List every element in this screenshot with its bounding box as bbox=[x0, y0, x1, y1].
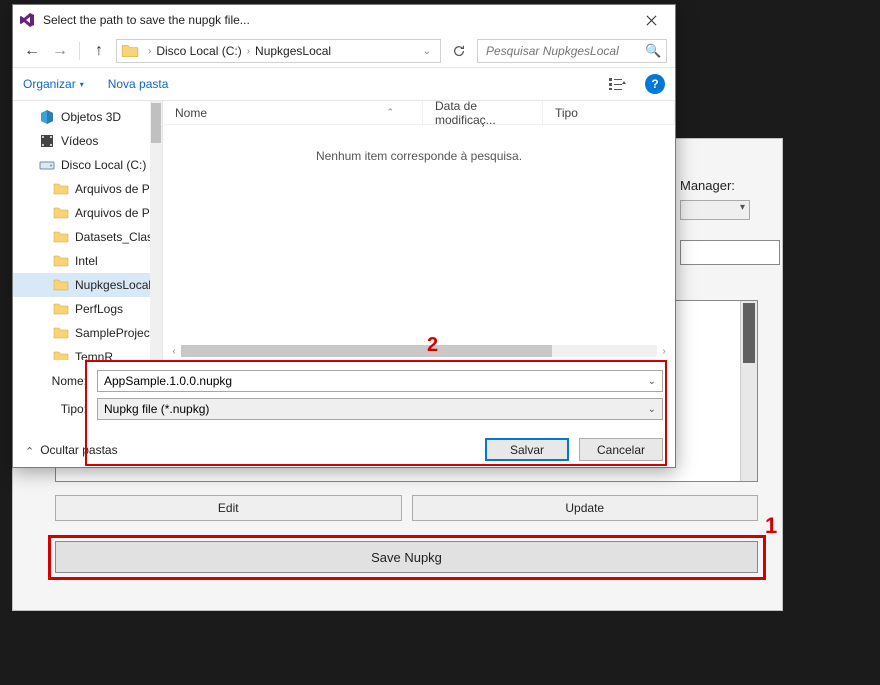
filetype-label: Tipo: bbox=[25, 402, 97, 416]
folder-tree[interactable]: Objetos 3DVídeosDisco Local (C:)Arquivos… bbox=[13, 101, 163, 360]
refresh-button[interactable] bbox=[447, 39, 471, 63]
search-icon: 🔍 bbox=[645, 43, 661, 59]
tree-item[interactable]: PerfLogs bbox=[13, 297, 162, 321]
file-list-h-scrollbar[interactable]: ‹ › bbox=[167, 344, 671, 358]
edit-button[interactable]: Edit bbox=[55, 495, 402, 521]
nav-up-button[interactable]: ↑ bbox=[88, 40, 110, 62]
scrollbar-vertical[interactable] bbox=[740, 301, 757, 481]
tree-item[interactable]: Intel bbox=[13, 249, 162, 273]
refresh-icon bbox=[452, 44, 466, 58]
chevron-down-icon[interactable]: ⌄ bbox=[648, 376, 656, 387]
tree-item[interactable]: Datasets_Classi bbox=[13, 225, 162, 249]
annotation-label-2: 2 bbox=[427, 334, 438, 357]
visual-studio-icon bbox=[19, 12, 35, 28]
search-box[interactable]: 🔍 bbox=[477, 39, 667, 63]
filename-label: Nome: bbox=[25, 374, 97, 388]
manager-textbox[interactable] bbox=[680, 240, 780, 265]
annotation-box-1 bbox=[48, 535, 766, 580]
scroll-left-icon[interactable]: ‹ bbox=[167, 346, 181, 357]
column-header-name[interactable]: Nome⌃ bbox=[163, 101, 423, 124]
filetype-combo[interactable]: Nupkg file (*.nupkg)⌄ bbox=[97, 398, 663, 420]
column-header-type[interactable]: Tipo bbox=[543, 101, 675, 124]
filename-input[interactable]: AppSample.1.0.0.nupkg⌄ bbox=[97, 370, 663, 392]
manager-label: Manager: bbox=[680, 178, 735, 193]
empty-list-message: Nenhum item corresponde à pesquisa. bbox=[163, 125, 675, 187]
nav-forward-button[interactable]: → bbox=[49, 40, 71, 62]
sort-indicator-icon: ⌃ bbox=[386, 107, 410, 118]
close-icon bbox=[646, 15, 657, 26]
breadcrumb-level-1[interactable]: Disco Local (C:) bbox=[156, 44, 241, 58]
save-button[interactable]: Salvar bbox=[485, 438, 569, 461]
chevron-down-icon[interactable]: ⌄ bbox=[648, 404, 656, 415]
dialog-title: Select the path to save the nupgk file..… bbox=[43, 13, 631, 27]
tree-item[interactable]: TemnR bbox=[13, 345, 162, 360]
tree-item[interactable]: Arquivos de Pr bbox=[13, 177, 162, 201]
tree-scrollbar[interactable] bbox=[150, 101, 162, 360]
cancel-button[interactable]: Cancelar bbox=[579, 438, 663, 461]
nav-back-button[interactable]: ← bbox=[21, 40, 43, 62]
annotation-label-1: 1 bbox=[765, 513, 777, 539]
tree-item[interactable]: Vídeos bbox=[13, 129, 162, 153]
tree-item[interactable]: Objetos 3D bbox=[13, 105, 162, 129]
update-button[interactable]: Update bbox=[412, 495, 759, 521]
view-options-button[interactable] bbox=[601, 73, 635, 95]
tree-item[interactable]: Disco Local (C:) bbox=[13, 153, 162, 177]
close-button[interactable] bbox=[631, 6, 671, 34]
save-file-dialog: Select the path to save the nupgk file..… bbox=[12, 4, 676, 468]
tree-item[interactable]: Arquivos de Pr bbox=[13, 201, 162, 225]
folder-icon bbox=[121, 42, 139, 60]
breadcrumb-bar[interactable]: › Disco Local (C:) › NupkgesLocal ⌄ bbox=[116, 39, 441, 63]
chevron-right-icon: › bbox=[242, 46, 255, 57]
organize-menu[interactable]: Organizar bbox=[23, 77, 84, 91]
help-button[interactable]: ? bbox=[645, 74, 665, 94]
tree-item[interactable]: SampleProjects bbox=[13, 321, 162, 345]
new-folder-button[interactable]: Nova pasta bbox=[108, 77, 169, 91]
scroll-right-icon[interactable]: › bbox=[657, 346, 671, 357]
chevron-down-icon[interactable]: ⌄ bbox=[418, 46, 436, 57]
column-header-date[interactable]: Data de modificaç... bbox=[423, 101, 543, 124]
search-input[interactable] bbox=[484, 43, 645, 59]
chevron-right-icon: › bbox=[143, 46, 156, 57]
tree-item[interactable]: NupkgesLocal bbox=[13, 273, 162, 297]
manager-dropdown[interactable] bbox=[680, 200, 750, 220]
view-icon bbox=[609, 77, 627, 91]
file-list-pane: Nome⌃ Data de modificaç... Tipo Nenhum i… bbox=[163, 101, 675, 360]
hide-folders-toggle[interactable]: Ocultar pastas bbox=[25, 443, 118, 457]
breadcrumb-level-2[interactable]: NupkgesLocal bbox=[255, 44, 331, 58]
titlebar: Select the path to save the nupgk file..… bbox=[13, 5, 675, 35]
